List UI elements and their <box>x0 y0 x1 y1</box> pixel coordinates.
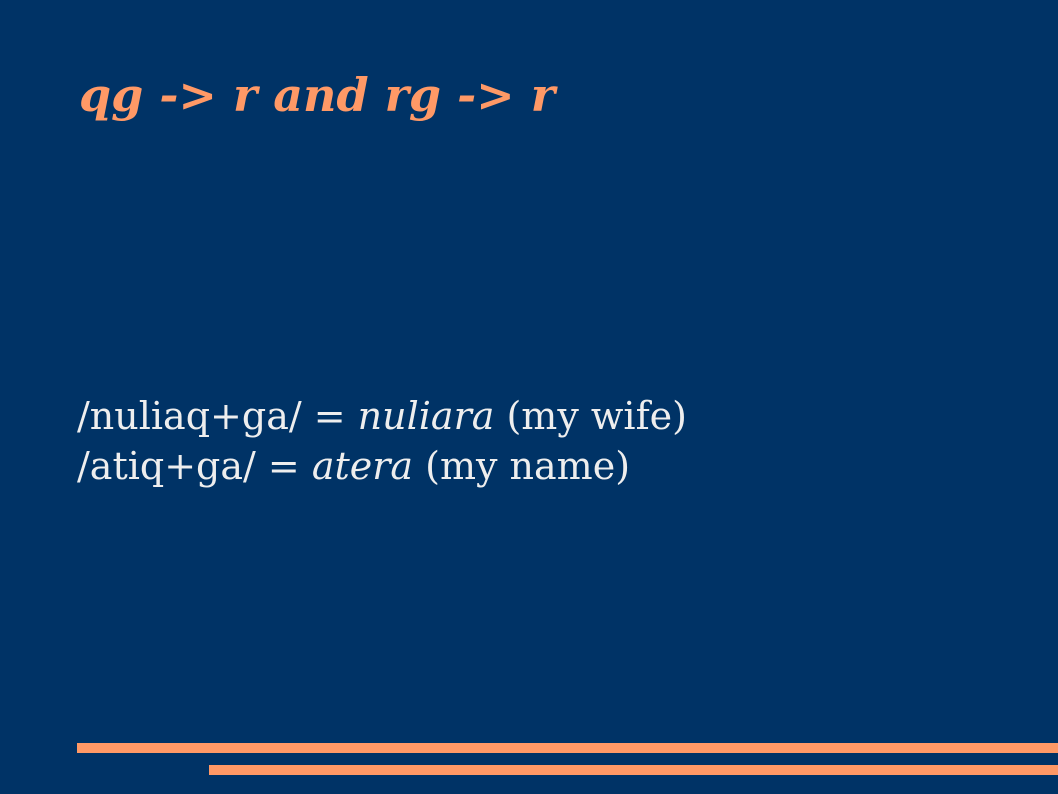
slide-title: qg -> r and rg -> r <box>79 68 555 122</box>
example-result: nuliara <box>357 394 495 438</box>
example-line-2: /atiq+ga/ = atera (my name) <box>77 441 687 491</box>
slide-body: /nuliaq+ga/ = nuliara (my wife) /atiq+ga… <box>77 391 687 491</box>
example-form: /atiq+ga/ = <box>77 444 312 488</box>
example-line-1: /nuliaq+ga/ = nuliara (my wife) <box>77 391 687 441</box>
example-result: atera <box>311 444 414 488</box>
decorative-rule-bottom <box>209 765 1058 775</box>
example-gloss: (my wife) <box>494 394 687 438</box>
decorative-rule-top <box>77 743 1058 753</box>
slide: qg -> r and rg -> r /nuliaq+ga/ = nuliar… <box>0 0 1058 794</box>
example-gloss: (my name) <box>413 444 631 488</box>
example-form: /nuliaq+ga/ = <box>77 394 358 438</box>
